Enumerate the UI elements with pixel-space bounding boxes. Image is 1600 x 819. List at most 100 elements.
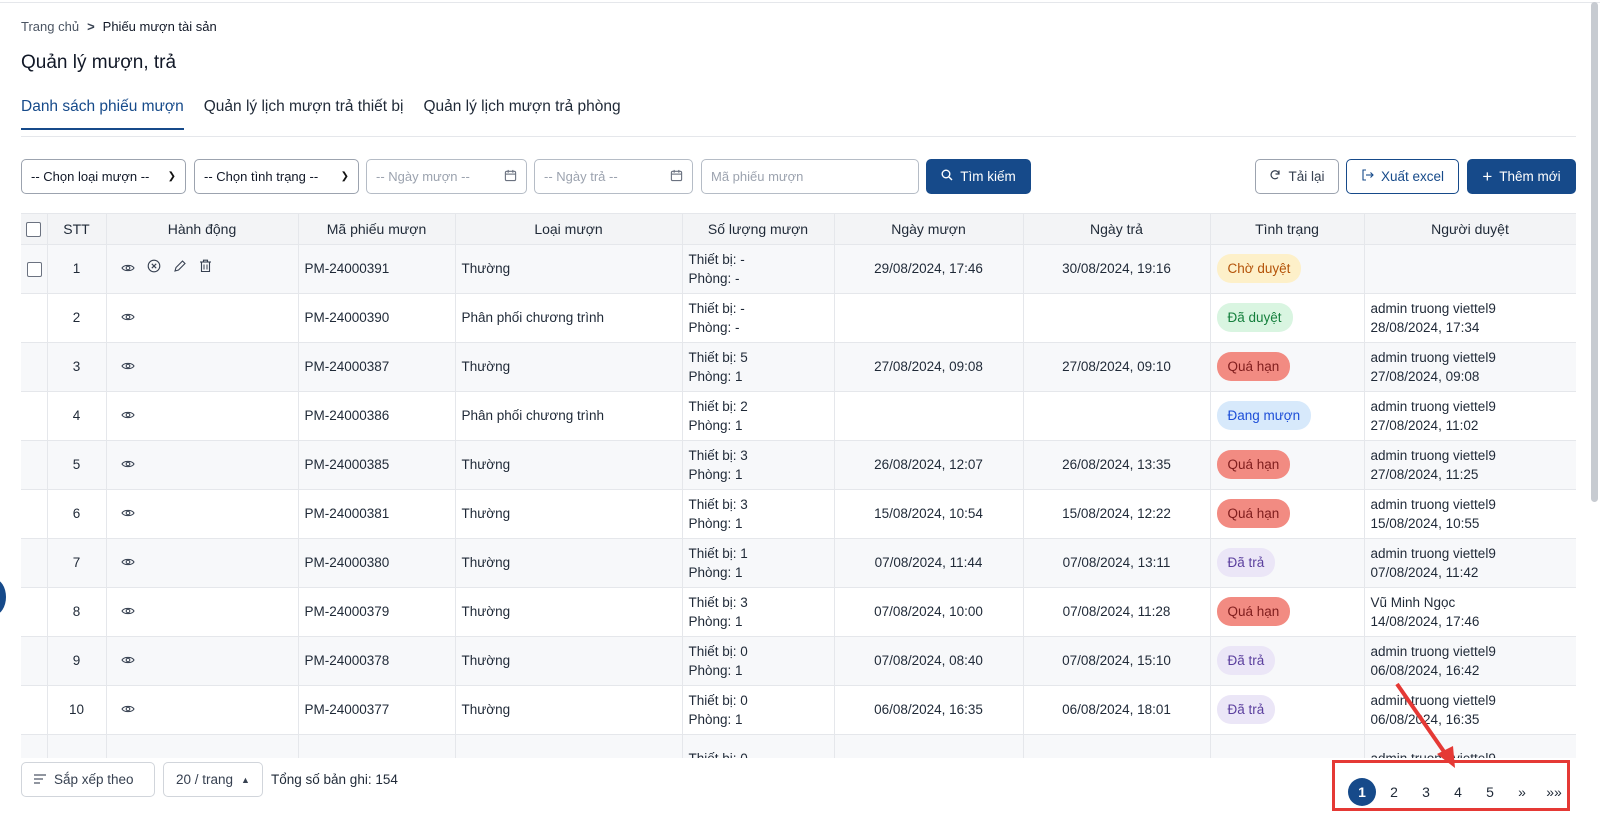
return-date-cell [1023, 293, 1211, 343]
page-size-select[interactable]: 20 / trang ▲ [163, 762, 263, 797]
sort-button[interactable]: Sắp xếp theo [21, 762, 155, 797]
table-row[interactable]: 3 PM-24000387 Thường Thiết bị: 5 Phòng: 1 27/… [21, 342, 1576, 392]
status-cell: Quá hạn [1210, 342, 1365, 392]
view-icon[interactable] [120, 357, 135, 376]
device-count: Thiết bị: 3 [688, 496, 748, 512]
ma-phieu-input[interactable]: Mã phiếu mượn [701, 159, 919, 194]
row-checkbox-cell [21, 244, 48, 294]
borrow-table: STT Hành động Mã phiếu mượn Loại mượn Số… [21, 213, 1576, 758]
select-all-checkbox[interactable] [26, 222, 42, 238]
status-badge: Đã trả [1216, 548, 1276, 577]
col-header-borrow-date[interactable]: Ngày mượn [834, 214, 1024, 245]
delete-icon[interactable] [199, 259, 212, 278]
type-cell: Thường [455, 636, 683, 686]
borrow-date-cell: 15/08/2024, 10:54 [834, 489, 1024, 539]
room-count: Phòng: 1 [688, 662, 743, 678]
tinh-trang-select[interactable]: -- Chọn tình trạng -- ❯ [194, 159, 359, 194]
tab-lich-muon-tra-thiet-bi[interactable]: Quản lý lịch mượn trả thiết bị [204, 98, 404, 130]
device-count: Thiết bị: - [688, 251, 745, 267]
table-row[interactable]: 1 PM-24000391 Thường Thiết bị: - Phòng: - 29/… [21, 244, 1576, 294]
approved-at: 06/08/2024, 16:42 [1370, 662, 1480, 678]
page-size-value: 20 / trang [176, 772, 234, 787]
approver-cell: admin truong viettel9 06/08/2024, 16:35 [1364, 685, 1576, 735]
col-header-code[interactable]: Mã phiếu mượn [298, 214, 456, 245]
code-cell: PM-24000380 [298, 538, 456, 588]
code-cell: PM-24000391 [298, 244, 456, 294]
row-checkbox[interactable] [27, 261, 42, 277]
col-header-stt[interactable]: STT [47, 214, 107, 245]
status-cell: Đã trả [1210, 636, 1365, 686]
view-icon[interactable] [120, 308, 135, 327]
tab-lich-muon-tra-phong[interactable]: Quản lý lịch mượn trả phòng [423, 98, 620, 130]
add-new-button[interactable]: + Thêm mới [1467, 159, 1576, 194]
stt-cell: 5 [47, 440, 107, 490]
row-checkbox-cell [21, 636, 48, 686]
view-icon[interactable] [120, 504, 135, 523]
loai-muon-select[interactable]: -- Chọn loại mượn -- ❯ [21, 159, 186, 194]
view-icon[interactable] [120, 651, 135, 670]
stt-cell: 4 [47, 391, 107, 441]
table-row[interactable]: Thiết bị: 0 admin truong viettel9 [21, 734, 1576, 758]
table-row[interactable]: 2 PM-24000390 Phân phối chương trình Thiết … [21, 293, 1576, 343]
status-cell: Quá hạn [1210, 440, 1365, 490]
actions-cell [106, 734, 299, 758]
tab-danh-sach-phieu-muon[interactable]: Danh sách phiếu mượn [21, 98, 184, 130]
breadcrumb-current: Phiếu mượn tài sản [102, 19, 217, 34]
caret-up-icon: ▲ [241, 774, 250, 785]
room-count: Phòng: 1 [688, 417, 743, 433]
view-icon[interactable] [120, 455, 135, 474]
actions-cell [106, 244, 299, 294]
breadcrumb: Trang chủ > Phiếu mượn tài sản [21, 19, 217, 34]
view-icon[interactable] [120, 406, 135, 425]
status-cell: Quá hạn [1210, 489, 1365, 539]
quantity-cell: Thiết bị: 2 Phòng: 1 [682, 391, 835, 441]
table-row[interactable]: 10 PM-24000377 Thường Thiết bị: 0 Phòng: 1 06… [21, 685, 1576, 735]
table-row[interactable]: 9 PM-24000378 Thường Thiết bị: 0 Phòng: 1 07/… [21, 636, 1576, 686]
breadcrumb-home[interactable]: Trang chủ [21, 19, 79, 34]
chevron-down-icon: ❯ [340, 171, 349, 182]
return-date-cell: 15/08/2024, 12:22 [1023, 489, 1211, 539]
status-cell: Đang mượn [1210, 391, 1365, 441]
scrollbar[interactable] [1591, 0, 1600, 819]
quantity-cell: Thiết bị: - Phòng: - [682, 293, 835, 343]
approver-cell: admin truong viettel9 27/08/2024, 09:08 [1364, 342, 1576, 392]
side-handle[interactable] [0, 579, 6, 615]
loai-muon-value: -- Chọn loại mượn -- [31, 169, 150, 184]
table-row[interactable]: 4 PM-24000386 Phân phối chương trình Thiết … [21, 391, 1576, 441]
view-icon[interactable] [120, 602, 135, 621]
status-cell [1210, 734, 1365, 758]
approver-name: admin truong viettel9 [1370, 692, 1496, 708]
view-icon[interactable] [120, 553, 135, 572]
col-header-type[interactable]: Loại mượn [455, 214, 683, 245]
table-row[interactable]: 6 PM-24000381 Thường Thiết bị: 3 Phòng: 1 15/… [21, 489, 1576, 539]
export-excel-button[interactable]: Xuất excel [1346, 159, 1459, 194]
status-cell: Đã duyệt [1210, 293, 1365, 343]
col-header-quantity[interactable]: Số lượng mượn [682, 214, 835, 245]
approved-at: 27/08/2024, 11:25 [1370, 466, 1479, 482]
table-row[interactable]: 5 PM-24000385 Thường Thiết bị: 3 Phòng: 1 26/… [21, 440, 1576, 490]
scrollbar-thumb[interactable] [1591, 2, 1598, 502]
export-icon [1361, 169, 1374, 184]
col-header-approver[interactable]: Người duyệt [1364, 214, 1576, 245]
ngay-muon-datepicker[interactable]: -- Ngày mượn -- [366, 159, 527, 194]
borrow-date-cell: 26/08/2024, 12:07 [834, 440, 1024, 490]
col-header-return-date[interactable]: Ngày trả [1023, 214, 1211, 245]
view-icon[interactable] [120, 700, 135, 719]
view-icon[interactable] [120, 259, 135, 278]
col-header-status[interactable]: Tình trạng [1210, 214, 1365, 245]
search-button[interactable]: Tìm kiếm [926, 159, 1031, 194]
breadcrumb-separator: > [87, 19, 95, 34]
stt-cell: 10 [47, 685, 107, 735]
approver-cell: admin truong viettel9 [1364, 734, 1576, 758]
cancel-icon[interactable] [147, 259, 161, 278]
reload-button[interactable]: Tải lại [1255, 159, 1339, 194]
room-count: Phòng: - [688, 319, 740, 335]
edit-icon[interactable] [173, 259, 187, 278]
table-row[interactable]: 8 PM-24000379 Thường Thiết bị: 3 Phòng: 1 07/… [21, 587, 1576, 637]
return-date-cell [1023, 734, 1211, 758]
table-row[interactable]: 7 PM-24000380 Thường Thiết bị: 1 Phòng: 1 07/… [21, 538, 1576, 588]
code-cell: PM-24000386 [298, 391, 456, 441]
tinh-trang-value: -- Chọn tình trạng -- [204, 169, 319, 184]
ngay-tra-datepicker[interactable]: -- Ngày trả -- [534, 159, 693, 194]
status-cell: Đã trả [1210, 538, 1365, 588]
